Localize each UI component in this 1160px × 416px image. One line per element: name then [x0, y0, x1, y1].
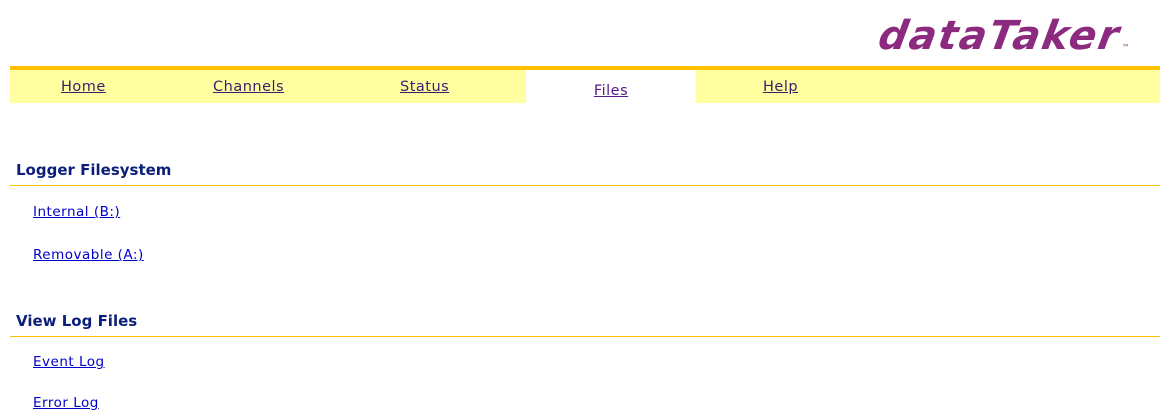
- nav-tab-files[interactable]: Files: [526, 70, 696, 103]
- nav-tab-help[interactable]: Help: [763, 70, 798, 103]
- link-removable-drive[interactable]: Removable (A:): [33, 247, 144, 263]
- top-nav-bar: Home Channels Status Files Help: [10, 66, 1160, 103]
- section-heading-logger-filesystem: Logger Filesystem: [10, 160, 1160, 186]
- brand-logo: dataTaker ™: [875, 8, 1130, 59]
- nav-tab-home[interactable]: Home: [61, 70, 106, 103]
- link-internal-drive[interactable]: Internal (B:): [33, 204, 120, 220]
- nav-tab-channels[interactable]: Channels: [213, 70, 284, 103]
- trademark-mark: ™: [1122, 43, 1130, 52]
- nav-tab-status[interactable]: Status: [400, 70, 449, 103]
- link-event-log[interactable]: Event Log: [33, 354, 105, 370]
- brand-name: dataTaker: [874, 13, 1125, 59]
- section-heading-view-log-files: View Log Files: [10, 311, 1160, 337]
- link-error-log[interactable]: Error Log: [33, 395, 99, 411]
